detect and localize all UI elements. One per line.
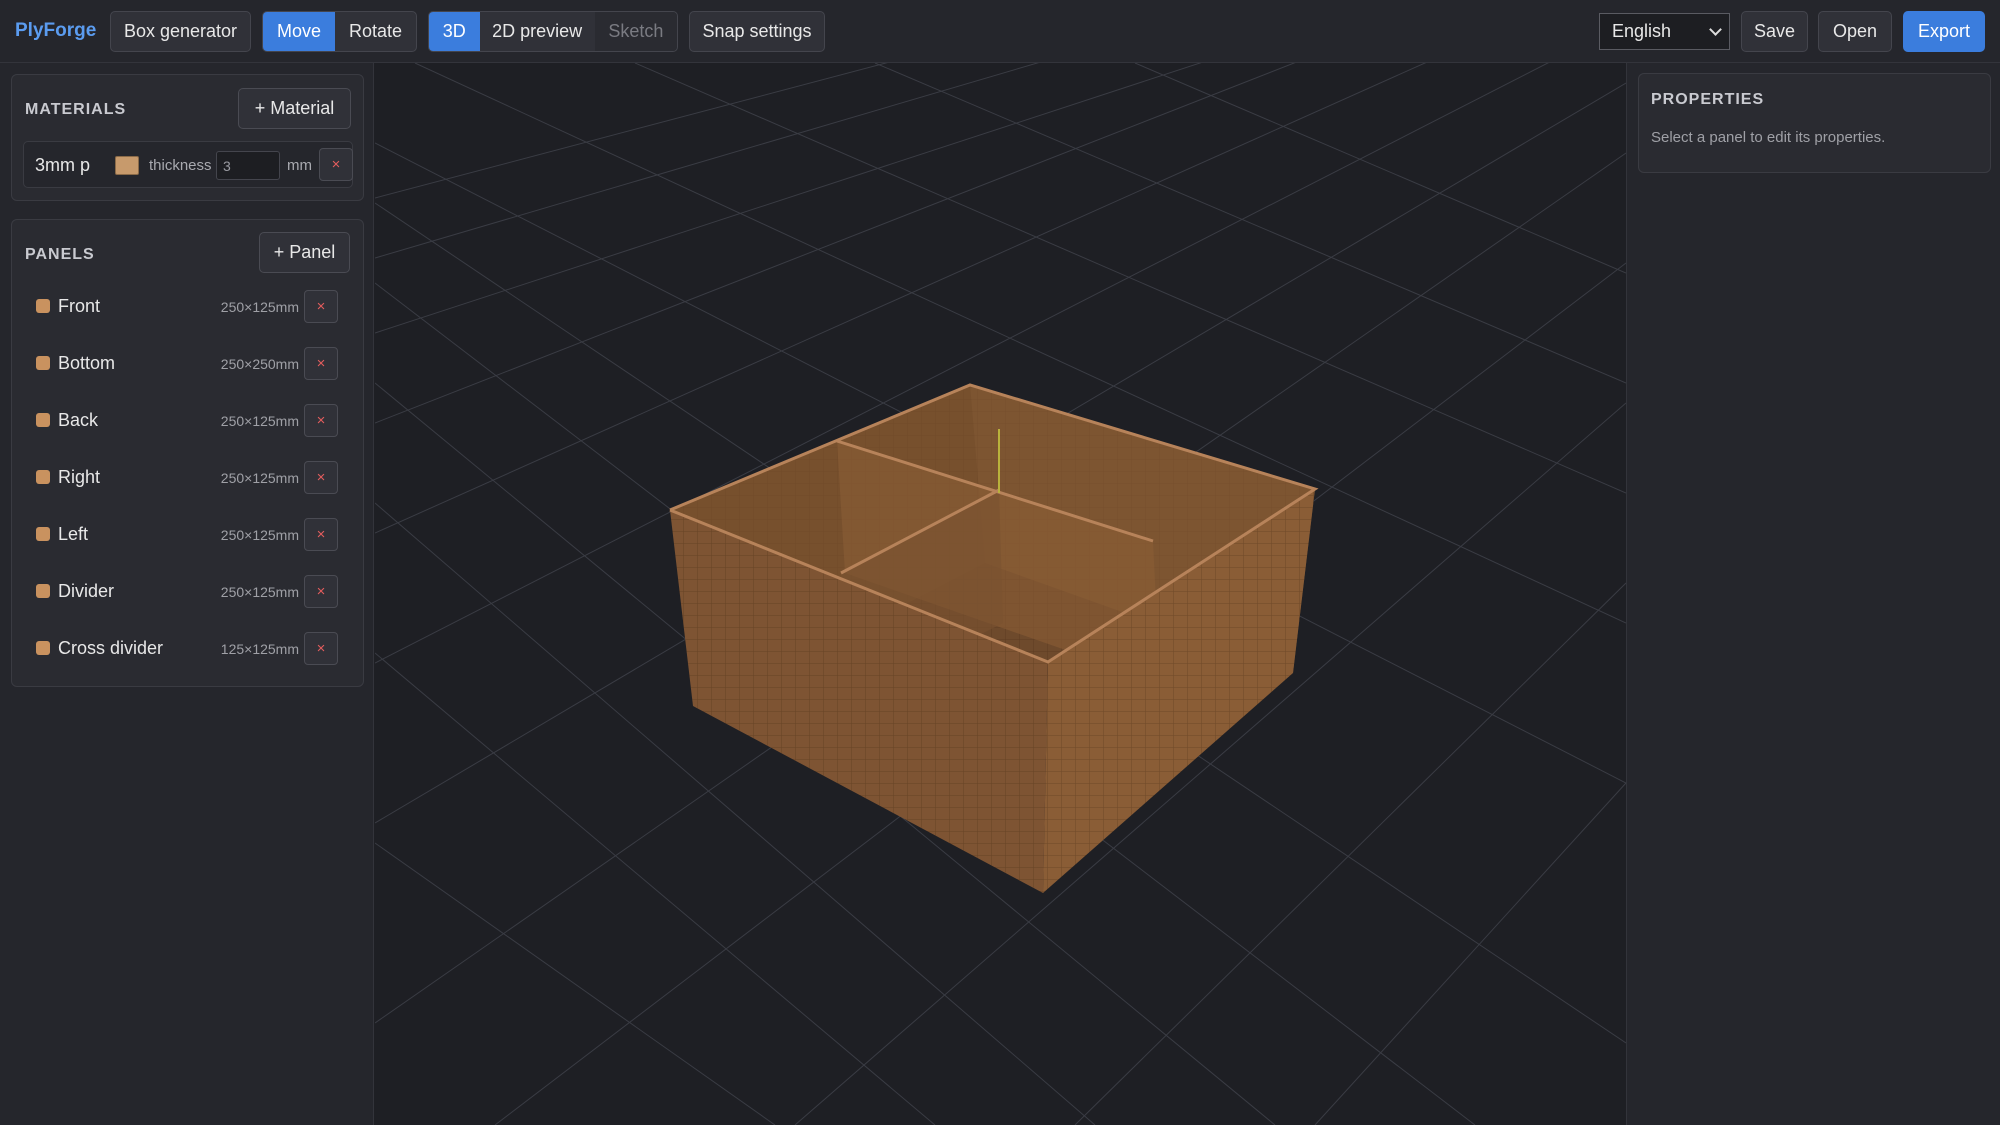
- properties-title: PROPERTIES: [1651, 91, 1765, 108]
- panel-list-item[interactable]: Front 250×125mm ×: [12, 277, 365, 334]
- panel-list-item[interactable]: Left 250×125mm ×: [12, 505, 365, 562]
- panels-card: PANELS + Panel Front 250×125mm × Bottom 250×…: [11, 219, 364, 687]
- panel-dimensions: 250×125mm: [220, 470, 299, 486]
- panel-color-dot: [36, 641, 50, 655]
- thickness-unit: mm: [287, 157, 312, 174]
- add-material-button[interactable]: + Material: [238, 88, 351, 129]
- view-sketch-button[interactable]: Sketch: [594, 12, 677, 51]
- thickness-input[interactable]: [216, 151, 280, 180]
- panel-dimensions: 250×125mm: [220, 584, 299, 600]
- panel-dimensions: 250×125mm: [220, 299, 299, 315]
- material-name: 3mm p: [35, 155, 91, 175]
- panel-dimensions: 125×125mm: [220, 641, 299, 657]
- material-color-swatch[interactable]: [115, 156, 139, 175]
- viewport-canvas[interactable]: [374, 0, 1627, 1125]
- move-mode-button[interactable]: Move: [263, 12, 336, 51]
- panel-list-item[interactable]: Cross divider 125×125mm ×: [12, 619, 365, 676]
- view-2d-preview-button[interactable]: 2D preview: [480, 12, 595, 51]
- remove-panel-button[interactable]: ×: [304, 632, 338, 665]
- box-generator-button[interactable]: Box generator: [110, 11, 251, 52]
- export-button[interactable]: Export: [1903, 11, 1985, 52]
- top-toolbar: PlyForge Box generator Move Rotate 3D 2D…: [0, 0, 2000, 63]
- snap-settings-button[interactable]: Snap settings: [689, 11, 825, 52]
- panel-list-item[interactable]: Bottom 250×250mm ×: [12, 334, 365, 391]
- panel-list-item[interactable]: Right 250×125mm ×: [12, 448, 365, 505]
- panel-list-item[interactable]: Back 250×125mm ×: [12, 391, 365, 448]
- panel-dimensions: 250×125mm: [220, 527, 299, 543]
- language-select[interactable]: English: [1599, 13, 1730, 50]
- properties-card: PROPERTIES Select a panel to edit its pr…: [1638, 73, 1991, 173]
- panel-color-dot: [36, 299, 50, 313]
- properties-hint: Select a panel to edit its properties.: [1651, 129, 1886, 146]
- panel-name: Front: [58, 296, 101, 316]
- save-button[interactable]: Save: [1741, 11, 1808, 52]
- panel-name: Divider: [58, 581, 115, 601]
- add-panel-button[interactable]: + Panel: [259, 232, 350, 273]
- remove-panel-button[interactable]: ×: [304, 404, 338, 437]
- left-sidebar: MATERIALS + Material 3mm p thickness mm …: [0, 63, 374, 1125]
- panel-name: Right: [58, 467, 101, 487]
- view-3d-button[interactable]: 3D: [429, 12, 480, 51]
- remove-panel-button[interactable]: ×: [304, 461, 338, 494]
- panel-color-dot: [36, 413, 50, 427]
- remove-panel-button[interactable]: ×: [304, 518, 338, 551]
- tool-mode-toggle: Move Rotate: [262, 11, 417, 52]
- materials-title: MATERIALS: [25, 101, 127, 118]
- panel-dimensions: 250×250mm: [220, 356, 299, 372]
- panel-color-dot: [36, 356, 50, 370]
- box-model[interactable]: [669, 383, 1319, 893]
- remove-material-button[interactable]: ×: [319, 148, 353, 181]
- chevron-down-icon: [1709, 23, 1722, 36]
- materials-card: MATERIALS + Material 3mm p thickness mm …: [11, 74, 364, 201]
- language-select-value: English: [1612, 21, 1672, 41]
- 3d-viewport[interactable]: [374, 0, 1627, 1125]
- remove-panel-button[interactable]: ×: [304, 347, 338, 380]
- panel-color-dot: [36, 584, 50, 598]
- panel-color-dot: [36, 470, 50, 484]
- panel-name: Bottom: [58, 353, 116, 373]
- thickness-label: thickness: [149, 157, 212, 174]
- panel-name: Cross divider: [58, 638, 164, 658]
- panel-dimensions: 250×125mm: [220, 413, 299, 429]
- view-mode-toggle: 3D 2D preview Sketch: [428, 11, 678, 52]
- app-logo: PlyForge: [15, 20, 97, 41]
- material-row: 3mm p thickness mm ×: [23, 141, 353, 188]
- rotate-mode-button[interactable]: Rotate: [335, 12, 416, 51]
- panel-name: Left: [58, 524, 89, 544]
- panel-name: Back: [58, 410, 99, 430]
- right-sidebar: PROPERTIES Select a panel to edit its pr…: [1626, 63, 2000, 1125]
- panel-list-item[interactable]: Divider 250×125mm ×: [12, 562, 365, 619]
- remove-panel-button[interactable]: ×: [304, 575, 338, 608]
- panels-title: PANELS: [25, 246, 95, 263]
- open-button[interactable]: Open: [1818, 11, 1892, 52]
- panel-color-dot: [36, 527, 50, 541]
- remove-panel-button[interactable]: ×: [304, 290, 338, 323]
